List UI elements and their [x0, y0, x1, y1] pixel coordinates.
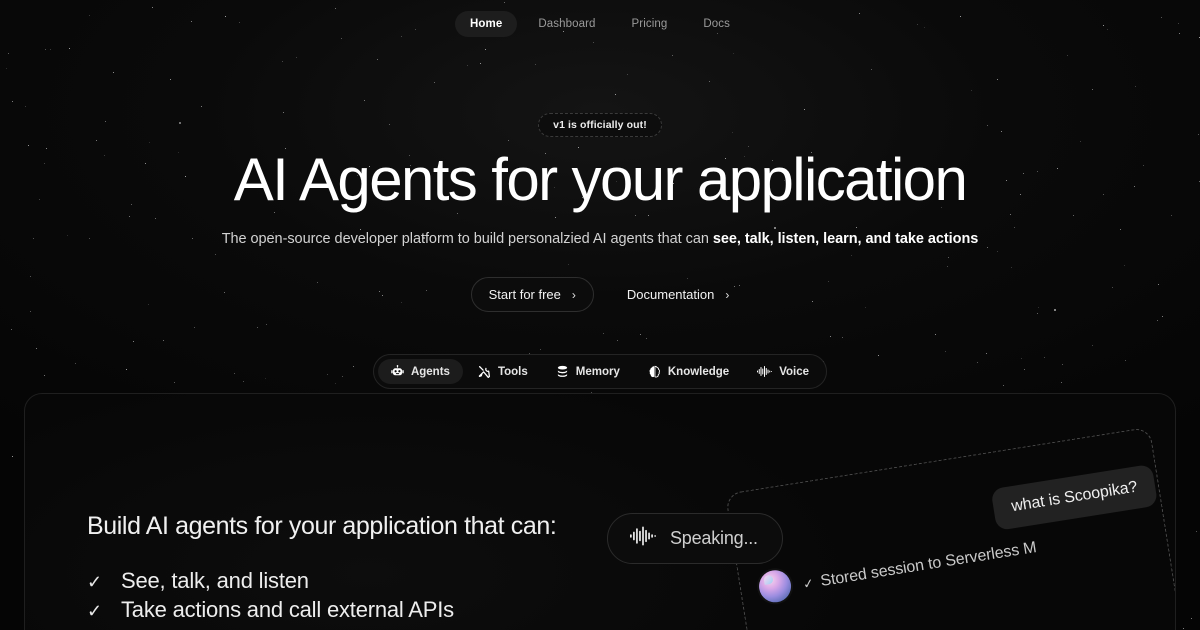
cta-group: Start for free › Documentation ›	[470, 277, 729, 312]
hero-subtitle-bold: see, talk, listen, learn, and take actio…	[712, 231, 979, 247]
speaking-label: Speaking...	[670, 528, 758, 548]
top-navigation: Home Dashboard Pricing Docs	[0, 11, 1200, 37]
check-icon: ✓	[801, 575, 815, 592]
feature-pill-label: Memory	[575, 365, 620, 378]
feature-pill-bar: Agents Tools Memory Knowledge Voice	[372, 354, 828, 389]
database-icon	[556, 365, 569, 378]
showcase-panel: Build AI agents for your application tha…	[24, 393, 1176, 630]
list-item: ✓ Take actions and call external APIs	[87, 595, 454, 624]
hero-section: v1 is officially out! AI Agents for your…	[0, 0, 1200, 389]
feature-pill-voice[interactable]: Voice	[744, 359, 822, 384]
feature-pill-memory[interactable]: Memory	[543, 359, 633, 384]
nav-item-home[interactable]: Home	[455, 11, 518, 37]
check-icon: ✓	[87, 572, 102, 592]
start-for-free-label: Start for free	[488, 287, 561, 302]
documentation-label: Documentation	[626, 287, 715, 302]
page-title: AI Agents for your application	[233, 146, 968, 213]
brain-icon	[648, 365, 661, 378]
speaking-indicator[interactable]: Speaking...	[607, 513, 783, 564]
unicorn-avatar	[756, 568, 794, 605]
chevron-right-icon: ›	[571, 287, 576, 302]
panel-heading: Build AI agents for your application tha…	[87, 512, 557, 540]
capability-list: ✓ See, talk, and listen ✓ Take actions a…	[87, 566, 454, 624]
feature-pill-tools[interactable]: Tools	[465, 359, 541, 384]
crossed-tools-icon	[478, 365, 491, 378]
feature-pill-knowledge[interactable]: Knowledge	[635, 359, 742, 384]
session-status: ✓ Stored session to Serverless M	[802, 539, 1038, 594]
release-badge[interactable]: v1 is officially out!	[538, 113, 662, 137]
documentation-button[interactable]: Documentation ›	[627, 287, 729, 302]
session-card: ✓ Stored session to Serverless M what is …	[725, 426, 1175, 630]
session-status-label: Stored session to Serverless M	[819, 539, 1038, 591]
list-item-label: See, talk, and listen	[121, 568, 309, 593]
feature-pill-label: Tools	[497, 365, 528, 378]
list-item: ✓ See, talk, and listen	[87, 566, 454, 595]
hero-subtitle: The open-source developer platform to bu…	[222, 231, 979, 247]
list-item-label: Take actions and call external APIs	[121, 597, 454, 623]
feature-pill-label: Voice	[779, 365, 810, 378]
feature-pill-label: Knowledge	[667, 365, 730, 378]
robot-icon	[391, 365, 404, 378]
start-for-free-button[interactable]: Start for free ›	[470, 277, 594, 312]
page-root: Home Dashboard Pricing Docs v1 is offici…	[0, 0, 1200, 630]
chevron-right-icon: ›	[725, 287, 730, 302]
nav-item-pricing[interactable]: Pricing	[617, 11, 683, 37]
check-icon: ✓	[87, 601, 102, 622]
feature-pill-label: Agents	[410, 365, 450, 378]
hero-subtitle-normal: The open-source developer platform to bu…	[221, 231, 713, 247]
feature-pill-agents[interactable]: Agents	[377, 359, 463, 384]
nav-item-docs[interactable]: Docs	[688, 11, 745, 37]
chat-bubble: what is Scoopika?	[990, 463, 1159, 531]
nav-item-dashboard[interactable]: Dashboard	[523, 11, 610, 37]
waveform-icon	[630, 525, 656, 552]
waveform-icon	[757, 365, 773, 378]
